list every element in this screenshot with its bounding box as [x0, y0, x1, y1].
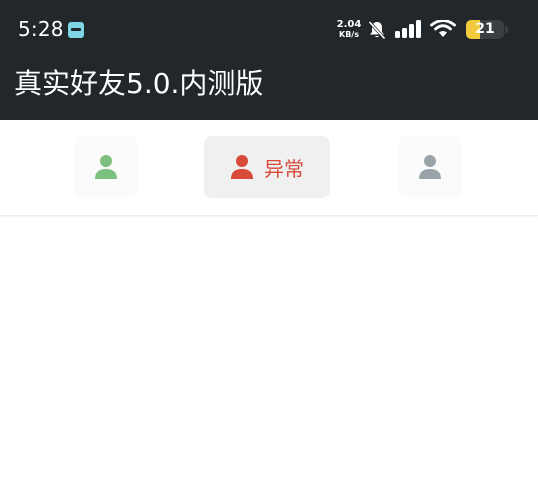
network-speed-unit: KB/s: [339, 30, 359, 39]
status-bar: 5:28 2.04 KB/s 21: [0, 0, 538, 56]
bell-muted-icon: [368, 20, 386, 40]
network-speed-value: 2.04: [336, 19, 362, 30]
tab-bar: 异常: [0, 120, 538, 216]
app-title: 真实好友5.0.内测版: [14, 67, 264, 100]
app-notification-icon: [68, 22, 84, 38]
tab-1[interactable]: [74, 136, 138, 198]
battery-icon: 21: [466, 20, 504, 39]
app-bar: 真实好友5.0.内测版: [0, 56, 538, 120]
person-icon: [419, 155, 441, 179]
wifi-icon: [430, 20, 456, 37]
tab-abnormal[interactable]: 异常: [204, 136, 330, 198]
person-icon: [95, 155, 117, 179]
signal-icon: [395, 20, 421, 38]
network-speed: 2.04 KB/s: [336, 19, 362, 40]
battery-level: 21: [475, 21, 495, 37]
battery-tip: [505, 26, 508, 33]
tab-abnormal-label: 异常: [264, 156, 304, 181]
tab-3[interactable]: [398, 136, 462, 198]
content-area: [0, 217, 538, 502]
person-icon: [231, 155, 253, 179]
status-time: 5:28: [18, 17, 64, 41]
